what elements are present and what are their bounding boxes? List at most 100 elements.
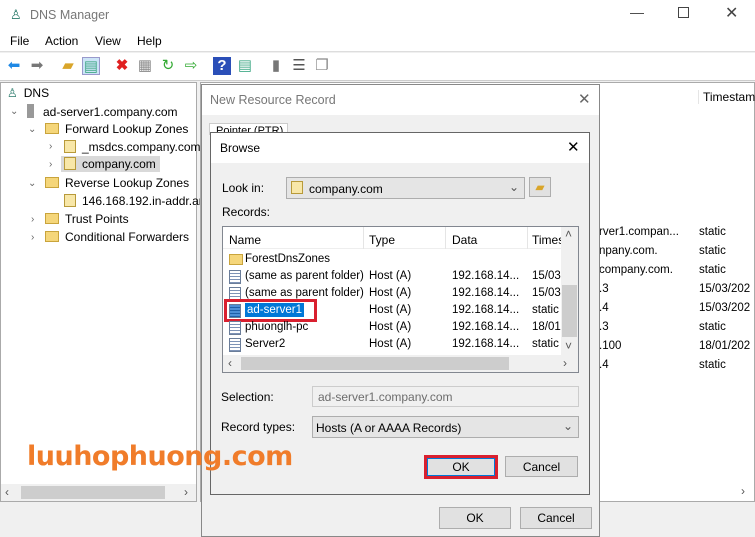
up-one-level-button[interactable]: ▰ (529, 177, 551, 197)
chevron-right-icon[interactable]: › (49, 159, 52, 170)
record-icon (229, 270, 241, 284)
records-list: Name Type Data Times ForestDnsZones (sam… (222, 226, 579, 373)
chevron-down-icon[interactable]: ⌄ (28, 124, 36, 135)
close-icon[interactable]: ✕ (578, 90, 591, 108)
list-header: Name Type Data Times (223, 227, 564, 249)
record-data-cell: npany.com. (599, 245, 658, 257)
cancel-button[interactable]: Cancel (520, 507, 592, 529)
record-timestamp-cell: static (699, 321, 726, 333)
record-data: 192.168.14... (452, 338, 520, 350)
list-horizontal-scrollbar[interactable]: ‹ › (223, 355, 578, 372)
record-name: ForestDnsZones (245, 253, 331, 265)
menu-file[interactable]: File (10, 34, 29, 48)
record-timestamp-cell: static (699, 245, 726, 257)
server-icon[interactable]: ▮ (267, 57, 285, 75)
tree-company-zone[interactable]: company.com (61, 156, 160, 172)
tree-reverse-lookup-zones[interactable]: Reverse Lookup Zones (45, 176, 189, 190)
record-data-cell: .3 (599, 321, 609, 333)
record-row[interactable]: ForestDnsZones (223, 251, 561, 268)
tree-dns-root[interactable]: ♙ DNS (7, 86, 49, 100)
column-header-timestamp[interactable]: Times (532, 233, 564, 247)
chevron-down-icon[interactable]: ⌄ (28, 178, 36, 189)
record-name: Server2 (245, 338, 286, 350)
record-type: Host (A) (369, 287, 412, 299)
list-vertical-scrollbar[interactable]: ˄ ˅ (561, 227, 578, 355)
tree-reverse-zone[interactable]: 146.168.192.in-addr.arpa (64, 194, 216, 208)
close-button[interactable]: ✕ (725, 3, 738, 23)
toolbar: ⬅ ➡ ▰ ▤ ✖ ▦ ↻ ⇨ ? ▤ ▮ ☰ ❐ (0, 53, 755, 81)
record-data-cell: .100 (599, 340, 622, 352)
record-timestamp-cell: 15/03/202 (699, 283, 751, 295)
tree-conditional-forwarders[interactable]: Conditional Forwarders (45, 230, 189, 244)
refresh-icon[interactable]: ↻ (159, 57, 177, 75)
help-icon[interactable]: ? (213, 57, 231, 75)
chevron-down-icon[interactable]: ⌄ (10, 106, 18, 117)
column-header-data[interactable]: Data (452, 233, 477, 247)
delete-icon[interactable]: ✖ (113, 57, 131, 75)
chevron-right-icon[interactable]: › (49, 141, 52, 152)
column-header-timestamp[interactable]: Timestam (698, 90, 755, 104)
record-timestamp: 15/03 (532, 287, 561, 299)
folder-icon (229, 254, 243, 265)
record-row[interactable]: phuonglh-pc Host (A) 192.168.14... 18/01 (223, 319, 561, 336)
look-in-label: Look in: (222, 181, 265, 195)
record-data-cell: company.com. (599, 264, 673, 276)
record-type: Host (A) (369, 338, 412, 350)
copy-icon[interactable]: ❐ (313, 57, 331, 75)
folder-icon (45, 231, 59, 242)
menu-action[interactable]: Action (45, 34, 78, 48)
record-data: 192.168.14... (452, 287, 520, 299)
look-in-dropdown[interactable]: company.com ⌄ (286, 177, 525, 199)
properties-icon[interactable]: ▦ (136, 57, 154, 75)
action-pane-icon[interactable]: ▤ (236, 57, 254, 75)
record-name: phuonglh-pc (245, 321, 309, 333)
tree-msdcs-zone[interactable]: _msdcs.company.com (64, 140, 200, 154)
tree-forward-lookup-zones[interactable]: Forward Lookup Zones (45, 122, 188, 136)
record-types-label: Record types: (221, 420, 296, 434)
record-timestamp-cell: static (699, 359, 726, 371)
up-folder-icon[interactable]: ▰ (59, 57, 77, 75)
record-name: (same as parent folder) (245, 287, 364, 299)
record-data-cell: .3 (599, 283, 609, 295)
browse-cancel-button[interactable]: Cancel (505, 456, 578, 477)
chevron-down-icon: ⌄ (509, 180, 520, 194)
minimize-button[interactable]: — (630, 4, 644, 20)
forward-icon[interactable]: ➡ (28, 57, 46, 75)
show-hide-tree-icon[interactable]: ▤ (82, 57, 100, 75)
close-icon[interactable]: ✕ (567, 138, 580, 156)
selection-field: ad-server1.company.com (312, 386, 579, 407)
export-icon[interactable]: ⇨ (182, 57, 200, 75)
maximize-button[interactable] (678, 7, 689, 18)
record-icon (229, 338, 241, 352)
record-data-cell: rver1.compan... (599, 226, 679, 238)
folder-icon (45, 123, 59, 134)
record-timestamp: 18/01 (532, 321, 561, 333)
tree-horizontal-scrollbar[interactable]: ‹ › (1, 484, 196, 501)
dialog-title: New Resource Record (210, 93, 336, 107)
record-row[interactable]: (same as parent folder) Host (A) 192.168… (223, 268, 561, 285)
back-icon[interactable]: ⬅ (5, 57, 23, 75)
record-row[interactable]: Server2 Host (A) 192.168.14... static (223, 336, 561, 353)
tree-server[interactable]: ad-server1.company.com (27, 104, 178, 119)
column-header-type[interactable]: Type (369, 233, 395, 247)
record-data-cell: .4 (599, 359, 609, 371)
menu-view[interactable]: View (95, 34, 121, 48)
record-timestamp: static (532, 338, 559, 350)
menu-help[interactable]: Help (137, 34, 162, 48)
record-type: Host (A) (369, 270, 412, 282)
record-timestamp-cell: 18/01/202 (699, 340, 751, 352)
tree-trust-points[interactable]: Trust Points (45, 212, 129, 226)
chevron-right-icon[interactable]: › (31, 214, 34, 225)
ok-button[interactable]: OK (439, 507, 511, 529)
chevron-right-icon[interactable]: › (31, 232, 34, 243)
browse-ok-button[interactable]: OK (427, 458, 495, 476)
dns-app-icon: ♙ (10, 7, 22, 22)
right-horizontal-scrollbar[interactable]: › (741, 484, 755, 501)
record-type: Host (A) (369, 304, 412, 316)
column-header-name[interactable]: Name (229, 233, 261, 247)
list-icon[interactable]: ☰ (290, 57, 308, 75)
record-types-dropdown[interactable]: Hosts (A or AAAA Records) ⌄ (312, 416, 579, 438)
record-data-cell: .4 (599, 302, 609, 314)
zone-icon (64, 157, 76, 170)
records-label: Records: (222, 205, 271, 219)
